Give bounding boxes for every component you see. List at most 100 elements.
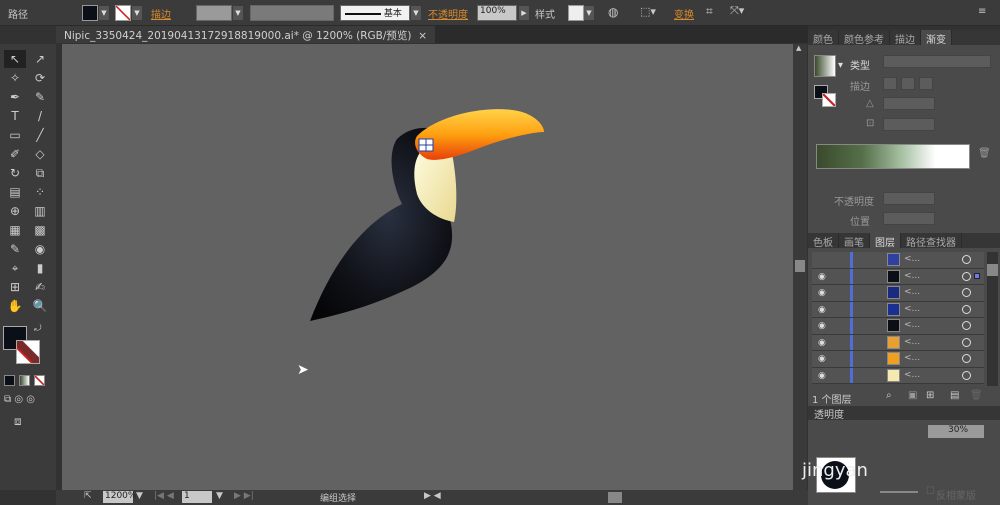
layer-name[interactable]: <... — [904, 320, 920, 330]
gradient-slider[interactable] — [816, 144, 970, 169]
isolate-icon[interactable]: ⌗ — [706, 4, 713, 19]
tool-1-icon[interactable]: ↗ — [29, 50, 51, 68]
tool-20-icon[interactable]: ✎ — [4, 240, 26, 258]
opacity-arrow[interactable]: ▶ — [519, 6, 529, 20]
tool-3-icon[interactable]: ⟳ — [29, 69, 51, 87]
tool-11-icon[interactable]: ◇ — [29, 145, 51, 163]
tool-4-icon[interactable]: ✒ — [4, 88, 26, 106]
tool-23-icon[interactable]: ▮ — [29, 259, 51, 277]
tool-19-icon[interactable]: ▩ — [29, 221, 51, 239]
status-menu-arrow[interactable]: ▶ ◀ — [424, 491, 441, 501]
layer-row[interactable]: ◉ <... — [812, 351, 984, 368]
tool-7-icon[interactable]: / — [29, 107, 51, 125]
artboard-canvas[interactable]: ➤ — [62, 44, 793, 490]
new-layer-icon[interactable]: ▤ — [950, 390, 959, 401]
draw-mode-icon[interactable]: ⧉ ◎ ◎ — [4, 394, 35, 405]
tab-gradient[interactable]: 渐变 — [921, 30, 952, 46]
tool-13-icon[interactable]: ⧉ — [29, 164, 51, 182]
tool-2-icon[interactable]: ✧ — [4, 69, 26, 87]
style-dropdown[interactable]: ▼ — [584, 6, 594, 20]
stroke-gradient-option-2[interactable] — [901, 77, 915, 90]
align-icon[interactable]: ⬚▾ — [640, 5, 656, 18]
tab-stroke[interactable]: 描边 — [890, 30, 921, 46]
visibility-eye-icon[interactable]: ◉ — [818, 305, 826, 315]
scroll-up-icon[interactable]: ▲ — [796, 44, 801, 52]
fill-swatch[interactable] — [82, 5, 98, 21]
visibility-eye-icon[interactable]: ◉ — [818, 288, 826, 298]
new-sublayer-icon[interactable]: ⊞ — [926, 390, 934, 401]
mask-thumbnail[interactable] — [880, 457, 918, 493]
stroke-color-box[interactable] — [16, 340, 40, 364]
tool-17-icon[interactable]: ▥ — [29, 202, 51, 220]
tool-21-icon[interactable]: ◉ — [29, 240, 51, 258]
tool-5-icon[interactable]: ✎ — [29, 88, 51, 106]
tool-12-icon[interactable]: ↻ — [4, 164, 26, 182]
layer-name[interactable]: <... — [904, 271, 920, 281]
layer-name[interactable]: <... — [904, 337, 920, 347]
stroke-label[interactable]: 描边 — [151, 6, 171, 21]
vertical-scrollbar[interactable]: ▲ — [793, 44, 807, 490]
selection-indicator[interactable] — [974, 272, 980, 279]
layer-name[interactable]: <... — [904, 353, 920, 363]
tool-26-icon[interactable]: ✋ — [4, 297, 26, 315]
stroke-dropdown[interactable]: ▼ — [132, 6, 142, 20]
layer-name[interactable]: <... — [904, 287, 920, 297]
gradient-menu-arrow[interactable]: ▾ — [838, 60, 843, 71]
layer-row[interactable]: <... — [812, 252, 984, 269]
visibility-eye-icon[interactable]: ◉ — [818, 338, 826, 348]
target-icon[interactable] — [962, 271, 971, 281]
stroke-weight-dropdown[interactable]: ▼ — [233, 6, 243, 20]
artboard-field[interactable]: 1 — [182, 491, 212, 503]
gradient-type-select[interactable] — [883, 55, 991, 68]
swap-colors-icon[interactable]: ⤾ — [34, 324, 42, 334]
position-field[interactable] — [883, 212, 935, 225]
tool-10-icon[interactable]: ✐ — [4, 145, 26, 163]
stroke-weight-field[interactable] — [196, 5, 232, 21]
opacity-label[interactable]: 不透明度 — [428, 6, 468, 21]
fill-dropdown[interactable]: ▼ — [99, 6, 109, 20]
zoom-dropdown[interactable]: ▼ — [136, 491, 143, 501]
clipping-mask-icon[interactable]: ▣ — [908, 390, 917, 401]
layer-row[interactable]: ◉ <... — [812, 318, 984, 335]
gradient-mode-icon[interactable] — [19, 375, 30, 386]
tool-8-icon[interactable]: ▭ — [4, 126, 26, 144]
layer-row[interactable]: ◉ <... — [812, 334, 984, 351]
tool-6-icon[interactable]: T — [4, 107, 26, 125]
locate-object-icon[interactable]: ⌕ — [886, 390, 892, 401]
target-icon[interactable] — [962, 288, 971, 297]
tool-18-icon[interactable]: ▦ — [4, 221, 26, 239]
share-icon[interactable]: ⇱ — [84, 491, 92, 501]
recolor-icon[interactable]: ◍ — [608, 5, 618, 19]
tool-25-icon[interactable]: ✍ — [29, 278, 51, 296]
visibility-eye-icon[interactable]: ◉ — [818, 272, 826, 282]
stroke-gradient-option-1[interactable] — [883, 77, 897, 90]
aspect-ratio-field[interactable] — [883, 118, 935, 131]
prev-artboard-icon[interactable]: |◀ ◀ — [154, 491, 174, 501]
next-artboard-icon[interactable]: ▶ ▶| — [234, 491, 254, 501]
brush-dropdown[interactable]: ▼ — [411, 6, 421, 20]
tab-swatches[interactable]: 色板 — [808, 233, 839, 249]
gradient-stroke-box[interactable] — [822, 93, 836, 107]
delete-layer-icon[interactable]: 🗑 — [970, 390, 983, 401]
layer-row[interactable]: ◉ <... — [812, 301, 984, 318]
layer-name[interactable]: <... — [904, 254, 920, 264]
transparency-opacity-field[interactable]: 30% — [928, 425, 984, 438]
tab-color[interactable]: 颜色 — [808, 30, 839, 46]
panel-menu-icon[interactable]: ≡ — [978, 6, 986, 17]
invert-mask-checkbox[interactable]: ☐ — [926, 486, 935, 497]
color-mode-icon[interactable] — [4, 375, 15, 386]
tool-9-icon[interactable]: ╱ — [29, 126, 51, 144]
target-icon[interactable] — [962, 337, 971, 347]
tab-color-guide[interactable]: 颜色参考 — [839, 30, 890, 46]
delete-stop-icon[interactable]: 🗑 — [978, 148, 991, 159]
brush-definition-field[interactable]: 基本 — [340, 5, 410, 21]
tool-27-icon[interactable]: 🔍 — [29, 297, 51, 315]
tab-layers[interactable]: 图层 — [870, 233, 901, 249]
angle-field[interactable] — [883, 97, 935, 110]
target-icon[interactable] — [962, 255, 971, 264]
transform-options-icon[interactable]: ⤧▾ — [730, 4, 744, 18]
layers-scrollbar[interactable] — [987, 252, 998, 386]
scroll-thumb[interactable] — [795, 260, 805, 272]
gradient-opacity-field[interactable] — [883, 192, 935, 205]
document-tab[interactable]: Nipic_3350424_20190413172918819000.ai* @… — [56, 26, 436, 43]
